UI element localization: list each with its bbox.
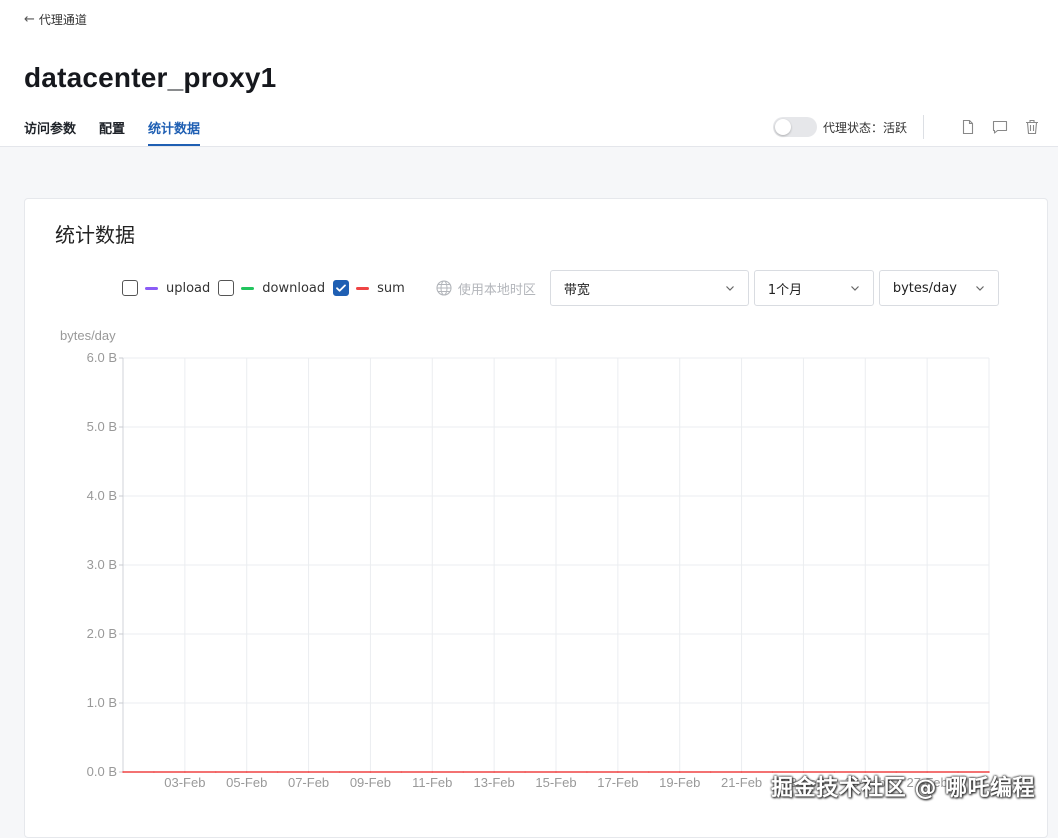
series-point-sum xyxy=(709,771,712,773)
y-tick-label: 0.0 B xyxy=(87,764,117,779)
series-point-sum xyxy=(338,771,341,773)
series-point-sum xyxy=(214,771,217,773)
watermark: 掘金技术社区 @ 哪吒编程 xyxy=(771,776,1035,801)
tab-statistics[interactable]: 统计数据 xyxy=(148,118,201,146)
series-point-sum xyxy=(276,771,279,773)
y-tick-label: 6.0 B xyxy=(87,350,117,365)
x-tick-label: 09-Feb xyxy=(350,775,391,790)
x-tick-label: 11-Feb xyxy=(412,775,452,790)
tab-access-params[interactable]: 访问参数 xyxy=(24,118,76,146)
tab-bar: 访问参数 配置 统计数据 xyxy=(24,118,201,146)
y-tick-label: 2.0 B xyxy=(87,626,117,641)
series-point-sum xyxy=(740,771,743,773)
y-axis-label: bytes/day xyxy=(60,328,116,343)
series-point-sum xyxy=(307,771,310,773)
series-point-sum xyxy=(555,771,557,773)
series-point-sum xyxy=(647,771,650,773)
x-tick-label: 15-Feb xyxy=(535,775,576,790)
series-point-sum xyxy=(586,771,588,773)
x-tick-label: 13-Feb xyxy=(474,775,515,790)
x-tick-label: 17-Feb xyxy=(597,775,638,790)
y-tick-label: 1.0 B xyxy=(87,695,117,710)
series-point-sum xyxy=(617,771,619,773)
x-tick-label: 19-Feb xyxy=(659,775,700,790)
page-header: ← 代理通道 datacenter_proxy1 访问参数 配置 统计数据 代理… xyxy=(0,0,1058,147)
y-ticks: 0.0 B 1.0 B 2.0 B 3.0 B 4.0 B 5.0 B 6.0 B xyxy=(87,350,123,779)
arrow-left-icon: ← xyxy=(24,12,35,27)
series-point-sum xyxy=(400,771,403,773)
series-point-sum xyxy=(462,771,465,773)
file-icon[interactable] xyxy=(960,119,976,135)
toggle-knob xyxy=(774,119,791,135)
x-tick-label: 05-Feb xyxy=(226,775,267,790)
series-point-sum xyxy=(493,771,495,773)
back-link-label: 代理通道 xyxy=(38,13,87,27)
y-tick-label: 3.0 B xyxy=(87,557,117,572)
series-point-sum xyxy=(678,771,681,773)
comment-icon[interactable] xyxy=(992,119,1008,135)
x-tick-label: 03-Feb xyxy=(164,775,205,790)
trash-icon[interactable] xyxy=(1024,119,1040,135)
header-tools: 代理状态：活跃 xyxy=(772,114,1040,140)
proxy-status-toggle[interactable] xyxy=(772,117,817,137)
back-link[interactable]: ← 代理通道 xyxy=(24,11,87,28)
x-tick-label: 21-Feb xyxy=(721,775,762,790)
y-tick-label: 4.0 B xyxy=(87,488,117,503)
proxy-status-label: 代理状态：活跃 xyxy=(822,120,907,135)
series-point-sum xyxy=(184,771,186,773)
series-point-sum xyxy=(431,771,434,773)
divider xyxy=(923,115,924,139)
chart-grid xyxy=(122,357,990,773)
series-point-sum xyxy=(153,771,155,773)
statistics-card: 统计数据 upload download sum 使用本地时区 带宽 1个月 b… xyxy=(24,198,1048,838)
series-point-sum xyxy=(122,771,124,773)
bandwidth-chart: bytes/day 0.0 B 1.0 B 2.0 B 3.0 B 4.0 B 5.0 B… xyxy=(60,328,990,790)
series-point-sum xyxy=(245,771,248,773)
page-title: datacenter_proxy1 xyxy=(24,62,277,93)
tab-config[interactable]: 配置 xyxy=(99,118,125,146)
series-point-sum xyxy=(369,771,372,773)
series-point-sum xyxy=(524,771,526,773)
y-tick-label: 5.0 B xyxy=(87,419,117,434)
x-tick-label: 07-Feb xyxy=(288,775,329,790)
